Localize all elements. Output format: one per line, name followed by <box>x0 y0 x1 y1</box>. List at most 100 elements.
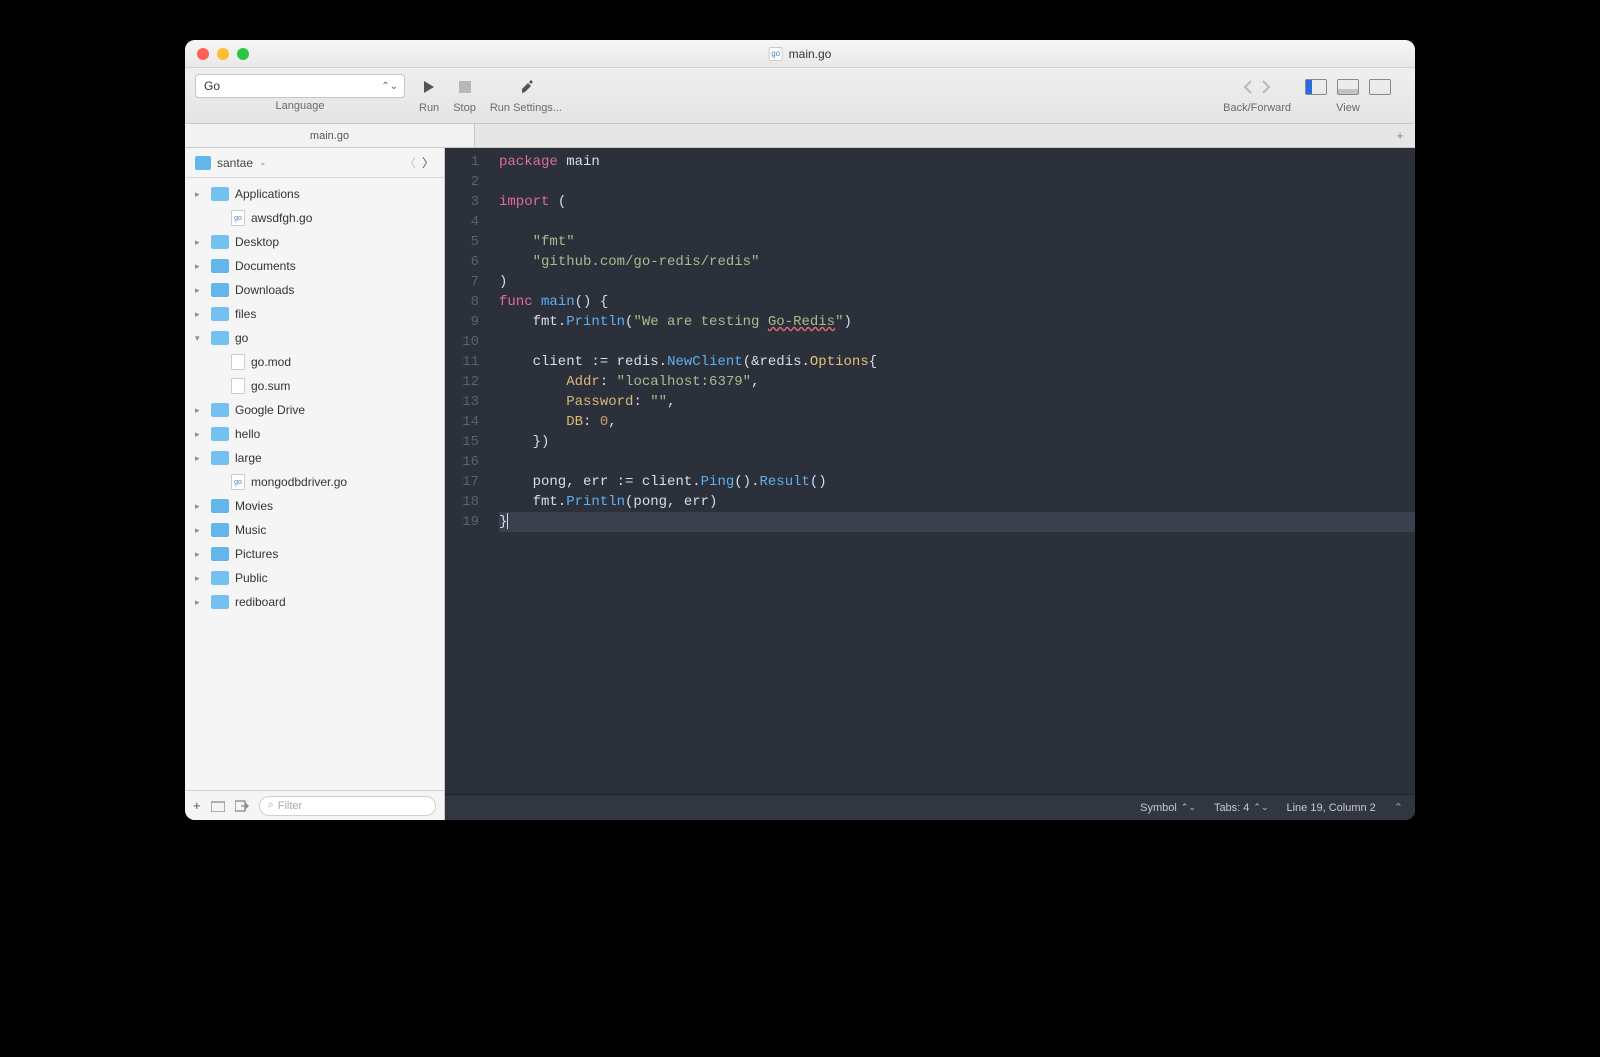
code-line[interactable]: fmt.Println("We are testing Go-Redis") <box>499 312 1415 332</box>
code-content[interactable]: package main import ( "fmt" "github.com/g… <box>489 148 1415 794</box>
position-label: Line 19, Column 2 <box>1287 802 1376 814</box>
forward-button[interactable] <box>1260 80 1272 94</box>
tree-item[interactable]: ▸ Movies <box>185 494 444 518</box>
filter-placeholder: Filter <box>278 800 302 812</box>
view-sidebar-button[interactable] <box>1305 79 1327 95</box>
tree-item-label: Music <box>235 523 266 537</box>
tree-item[interactable]: ▸files <box>185 302 444 326</box>
code-line[interactable]: client := redis.NewClient(&redis.Options… <box>499 352 1415 372</box>
add-tab-button[interactable]: + <box>1385 124 1415 147</box>
folder-icon <box>211 187 229 201</box>
code-line[interactable] <box>499 172 1415 192</box>
code-line[interactable]: "fmt" <box>499 232 1415 252</box>
code-line[interactable]: }) <box>499 432 1415 452</box>
minimize-window-button[interactable] <box>217 48 229 60</box>
code-line[interactable]: func main() { <box>499 292 1415 312</box>
go-file-icon: go <box>231 474 245 490</box>
chevron-updown-icon: ⌃⌄ <box>1181 802 1196 813</box>
tree-item-label: Movies <box>235 499 273 513</box>
action-button[interactable] <box>235 800 249 812</box>
tree-item[interactable]: go.sum <box>185 374 444 398</box>
tree-item[interactable]: ▸Desktop <box>185 230 444 254</box>
file-tab[interactable]: main.go <box>185 124 475 147</box>
line-number: 16 <box>445 452 479 472</box>
tab-bar: main.go + <box>185 124 1415 148</box>
symbol-picker[interactable]: Symbol ⌃⌄ <box>1140 802 1196 814</box>
code-line[interactable] <box>499 212 1415 232</box>
code-line[interactable]: Addr: "localhost:6379", <box>499 372 1415 392</box>
tree-item[interactable]: ▸large <box>185 446 444 470</box>
disclosure-icon[interactable]: ▸ <box>195 453 205 464</box>
language-group: Go ⌃⌄ Language <box>195 74 405 112</box>
disclosure-icon[interactable]: ▸ <box>195 237 205 248</box>
code-line[interactable]: package main <box>499 152 1415 172</box>
traffic-lights <box>185 48 249 60</box>
disclosure-icon[interactable]: ▸ <box>195 501 205 512</box>
tree-item[interactable]: ▸Pictures <box>185 542 444 566</box>
chevron-down-icon[interactable]: ⌄ <box>259 157 267 168</box>
code-line[interactable]: "github.com/go-redis/redis" <box>499 252 1415 272</box>
language-value: Go <box>204 79 220 93</box>
add-file-button[interactable]: + <box>193 798 201 813</box>
run-button[interactable] <box>421 79 437 95</box>
disclosure-icon[interactable]: ▸ <box>195 525 205 536</box>
code-editor[interactable]: 12345678910111213141516171819 package ma… <box>445 148 1415 794</box>
run-settings-group: Run Settings... <box>490 74 562 114</box>
disclosure-icon[interactable]: ▸ <box>195 429 205 440</box>
disclosure-icon[interactable]: ▾ <box>195 333 205 344</box>
code-line[interactable]: DB: 0, <box>499 412 1415 432</box>
view-plain-button[interactable] <box>1369 79 1391 95</box>
breadcrumb-root[interactable]: santae <box>217 156 253 170</box>
line-number: 2 <box>445 172 479 192</box>
disclosure-icon[interactable]: ▸ <box>195 405 205 416</box>
new-folder-button[interactable] <box>211 800 225 812</box>
tree-item[interactable]: ▸Applications <box>185 182 444 206</box>
tree-item[interactable]: ▸Google Drive <box>185 398 444 422</box>
tree-item-label: go.mod <box>251 355 291 369</box>
disclosure-icon[interactable]: ▸ <box>195 573 205 584</box>
tree-item[interactable]: gomongodbdriver.go <box>185 470 444 494</box>
code-line[interactable] <box>499 452 1415 472</box>
back-button[interactable] <box>1242 80 1254 94</box>
tree-item[interactable]: ▸ Music <box>185 518 444 542</box>
system-folder-icon <box>211 259 229 273</box>
disclosure-icon[interactable]: ▸ <box>195 549 205 560</box>
cursor-position[interactable]: Line 19, Column 2 <box>1287 802 1376 814</box>
run-settings-button[interactable] <box>519 79 533 95</box>
tree-item[interactable]: ▾go <box>185 326 444 350</box>
system-folder-icon <box>211 283 229 297</box>
zoom-window-button[interactable] <box>237 48 249 60</box>
tabs-label: Tabs: 4 <box>1214 802 1249 814</box>
disclosure-icon[interactable]: ▸ <box>195 309 205 320</box>
disclosure-icon[interactable]: ▸ <box>195 189 205 200</box>
language-select[interactable]: Go ⌃⌄ <box>195 74 405 98</box>
disclosure-icon[interactable]: ▸ <box>195 261 205 272</box>
code-line[interactable] <box>499 332 1415 352</box>
filter-input[interactable]: ⌕ Filter <box>259 796 436 816</box>
tabs-setting[interactable]: Tabs: 4 ⌃⌄ <box>1214 802 1269 814</box>
line-number: 17 <box>445 472 479 492</box>
tree-item[interactable]: go.mod <box>185 350 444 374</box>
code-line[interactable]: import ( <box>499 192 1415 212</box>
expand-status-button[interactable]: ⌃ <box>1394 801 1403 814</box>
tree-item[interactable]: ▸Downloads <box>185 278 444 302</box>
code-line[interactable]: Password: "", <box>499 392 1415 412</box>
code-line[interactable]: } <box>499 512 1415 532</box>
crumb-forward-button[interactable]: 〉 <box>422 154 434 171</box>
tree-item[interactable]: ▸Documents <box>185 254 444 278</box>
code-line[interactable]: ) <box>499 272 1415 292</box>
tree-item[interactable]: ▸hello <box>185 422 444 446</box>
crumb-back-button[interactable]: 〈 <box>404 154 416 171</box>
window-title-text: main.go <box>789 47 832 61</box>
view-bottom-button[interactable] <box>1337 79 1359 95</box>
code-line[interactable]: fmt.Println(pong, err) <box>499 492 1415 512</box>
code-line[interactable]: pong, err := client.Ping().Result() <box>499 472 1415 492</box>
tree-item[interactable]: goawsdfgh.go <box>185 206 444 230</box>
tree-item[interactable]: ▸Public <box>185 566 444 590</box>
disclosure-icon[interactable]: ▸ <box>195 597 205 608</box>
close-window-button[interactable] <box>197 48 209 60</box>
disclosure-icon[interactable]: ▸ <box>195 285 205 296</box>
sidebar-footer: + ⌕ Filter <box>185 790 444 820</box>
tree-item[interactable]: ▸rediboard <box>185 590 444 614</box>
line-number: 3 <box>445 192 479 212</box>
